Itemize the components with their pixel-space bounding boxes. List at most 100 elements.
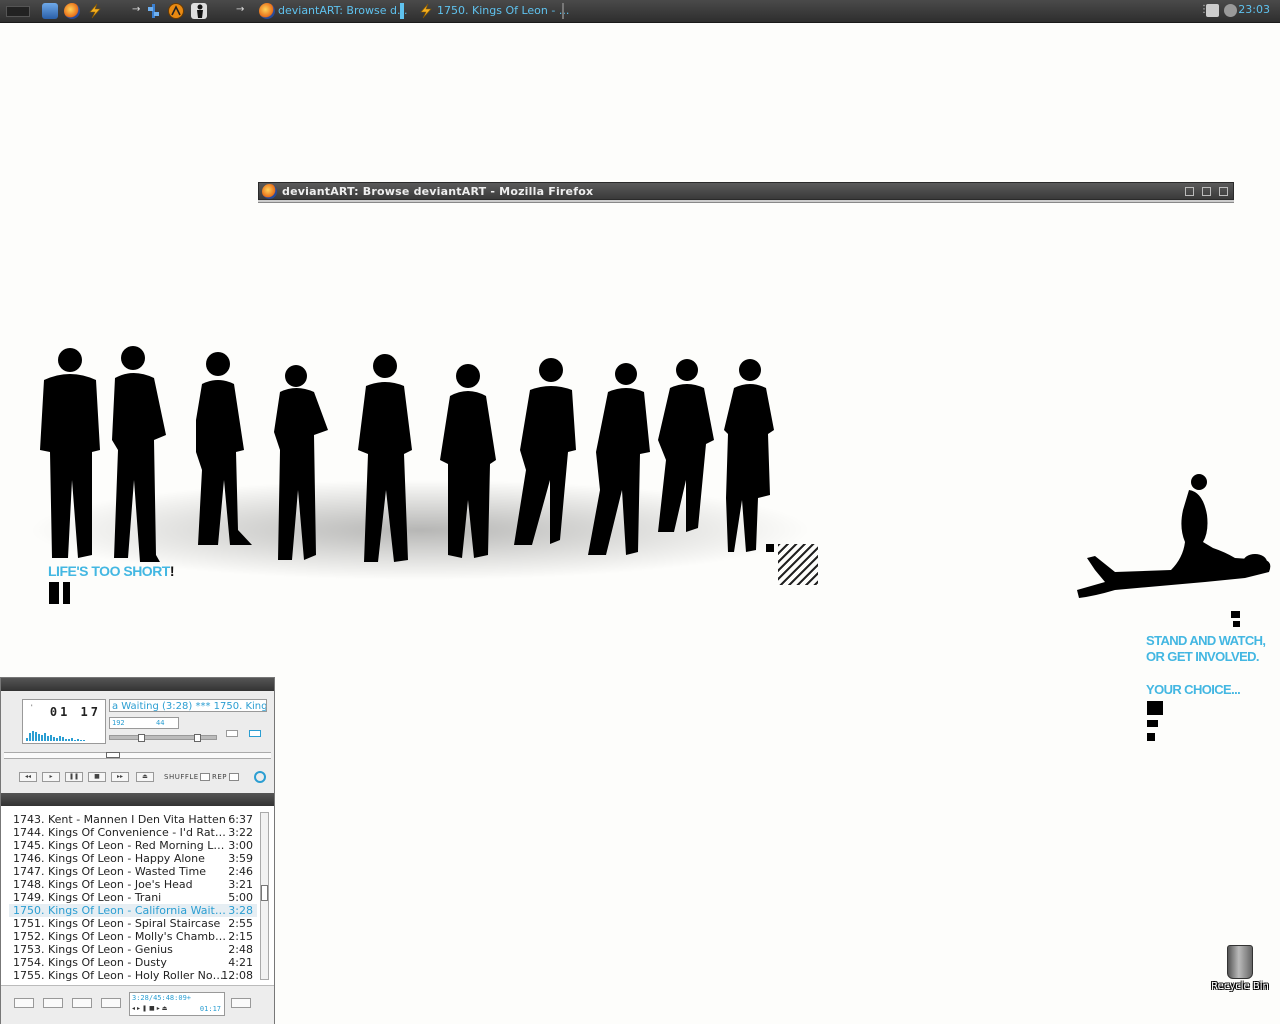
winamp-player[interactable]: ' 01 17 a Waiting (3:28) *** 1750. Kings… (0, 677, 275, 1024)
repeat-label: REP (212, 773, 228, 781)
task-winamp[interactable]: 1750. Kings Of Leon - ... (415, 2, 582, 20)
playlist-titlebar[interactable] (1, 793, 274, 806)
eq-toggle-button[interactable] (226, 730, 238, 737)
playlist-toggle-button[interactable] (249, 730, 261, 737)
window-titlebar[interactable]: deviantART: Browse deviantART - Mozilla … (258, 182, 1234, 200)
song-ticker[interactable]: a Waiting (3:28) *** 1750. Kings Of Leon… (109, 699, 267, 712)
winamp-icon[interactable] (87, 3, 103, 19)
winamp-logo-icon[interactable] (254, 771, 266, 783)
firefox-icon[interactable] (262, 184, 277, 199)
next-button[interactable]: ▸▸ (111, 772, 129, 782)
recycle-bin-icon[interactable] (1227, 945, 1253, 979)
misc-button[interactable] (101, 998, 121, 1008)
track-title: 1755. Kings Of Leon - Holy Roller Novoca… (13, 969, 227, 982)
close-button[interactable] (1219, 187, 1228, 196)
playlist-row[interactable]: 1743. Kent - Mannen I Den Vita Hatten 6:3… (9, 813, 257, 826)
playlist-row[interactable]: 1744. Kings Of Convenience - I'd Rather … (9, 826, 257, 839)
network-icon[interactable] (146, 3, 162, 19)
track-duration: 3:22 (228, 826, 253, 839)
playlist-row[interactable]: 1752. Kings Of Leon - Molly's Chambers 2:… (9, 930, 257, 943)
repeat-toggle[interactable] (229, 773, 239, 781)
visualizer-bar (62, 737, 64, 741)
playlist-row[interactable]: 1746. Kings Of Leon - Happy Alone 3:59 (9, 852, 257, 865)
mini-controls[interactable]: ◂▸❚■▸⏏ (132, 1005, 169, 1012)
minimize-button[interactable] (1185, 187, 1194, 196)
network-tray-icon[interactable] (1206, 4, 1219, 17)
winamp-titlebar[interactable] (1, 678, 274, 691)
playlist: 1743. Kent - Mannen I Den Vita Hatten 6:3… (9, 813, 257, 982)
add-button[interactable] (14, 998, 34, 1008)
track-duration: 3:00 (228, 839, 253, 852)
recycle-bin-label: Recycle Bin (1211, 981, 1269, 992)
visualizer[interactable] (26, 728, 96, 741)
wallpaper-text-left: LIFE'S TOO SHORT! (48, 563, 175, 579)
task-separator (562, 3, 564, 19)
eject-button[interactable]: ⏏ (136, 772, 154, 782)
track-title: 1753. Kings Of Leon - Genius (13, 943, 173, 956)
playlist-row[interactable]: 1753. Kings Of Leon - Genius 2:48 (9, 943, 257, 956)
playlist-row[interactable]: 1747. Kings Of Leon - Wasted Time 2:46 (9, 865, 257, 878)
volume-tray-icon[interactable] (1224, 4, 1237, 17)
decor-block (1147, 733, 1155, 741)
maximize-button[interactable] (1202, 187, 1211, 196)
playlist-time-total: 3:28/45:48:09+ (132, 994, 192, 1002)
start-button[interactable] (6, 6, 30, 17)
visualizer-bar (38, 734, 40, 741)
recycle-bin[interactable]: Recycle Bin (1205, 945, 1275, 992)
volume-slider[interactable] (109, 734, 217, 742)
select-button[interactable] (72, 998, 92, 1008)
elapsed-time[interactable]: 01 17 (50, 705, 101, 719)
decor-block (1233, 621, 1240, 627)
track-title: 1745. Kings Of Leon - Red Morning Light (13, 839, 227, 852)
arrow-icon: → (132, 4, 141, 15)
visualizer-bar (68, 739, 70, 741)
track-title: 1752. Kings Of Leon - Molly's Chambers (13, 930, 227, 943)
seek-bar[interactable] (4, 752, 271, 759)
playlist-footer: 3:28/45:48:09+ ◂▸❚■▸⏏ 01:17 (1, 985, 274, 1024)
list-options-button[interactable] (231, 998, 251, 1008)
exclamation-text: ! (169, 563, 175, 579)
playlist-row[interactable]: 1751. Kings Of Leon - Spiral Staircase 2:… (9, 917, 257, 930)
clock[interactable]: 23:03 (1238, 3, 1270, 16)
time-display[interactable]: ' 01 17 (22, 699, 106, 744)
silhouettes-image (30, 346, 810, 580)
seek-knob[interactable] (106, 752, 120, 758)
track-duration: 3:21 (228, 878, 253, 891)
figure-icon[interactable] (191, 3, 207, 19)
balance-knob[interactable] (194, 734, 201, 742)
playlist-row[interactable]: 1749. Kings Of Leon - Trani 5:00 (9, 891, 257, 904)
kbps-value: 192 (112, 719, 125, 727)
track-duration: 2:48 (228, 943, 253, 956)
desktop-icon[interactable] (42, 3, 58, 19)
firefox-icon[interactable] (64, 3, 80, 19)
visualizer-bar (83, 740, 85, 741)
playlist-row[interactable]: 1755. Kings Of Leon - Holy Roller Novoca… (9, 969, 257, 982)
visualizer-bar (29, 733, 31, 741)
visualizer-bar (77, 739, 79, 741)
decor-block (766, 544, 774, 552)
volume-knob[interactable] (138, 734, 145, 742)
pause-button[interactable]: ❚❚ (65, 772, 83, 782)
firefox-window[interactable]: deviantART: Browse deviantART - Mozilla … (258, 182, 1234, 203)
play-button[interactable]: ▸ (42, 772, 60, 782)
previous-button[interactable]: ◂◂ (19, 772, 37, 782)
playlist-row[interactable]: 1754. Kings Of Leon - Dusty 4:21 (9, 956, 257, 969)
visualizer-bar (44, 733, 46, 741)
task-label: deviantART: Browse d... (278, 4, 408, 17)
decor-block (49, 582, 59, 604)
playlist-scrollbar[interactable] (260, 812, 269, 980)
scrollbar-thumb[interactable] (261, 885, 268, 901)
playlist-row[interactable]: 1750. Kings Of Leon - California Waiting… (9, 904, 257, 917)
visualizer-bar (56, 738, 58, 741)
wallpaper-text-right-3: YOUR CHOICE... (1146, 682, 1241, 697)
remove-button[interactable] (43, 998, 63, 1008)
half-life-icon[interactable] (168, 3, 184, 19)
shuffle-toggle[interactable] (200, 773, 210, 781)
task-firefox[interactable]: deviantART: Browse d... (256, 2, 420, 20)
decor-block (1147, 720, 1158, 727)
playlist-row[interactable]: 1745. Kings Of Leon - Red Morning Light 3… (9, 839, 257, 852)
playlist-row[interactable]: 1748. Kings Of Leon - Joe's Head 3:21 (9, 878, 257, 891)
track-duration: 2:55 (228, 917, 253, 930)
stop-button[interactable]: ■ (88, 772, 106, 782)
visualizer-bar (74, 740, 76, 741)
